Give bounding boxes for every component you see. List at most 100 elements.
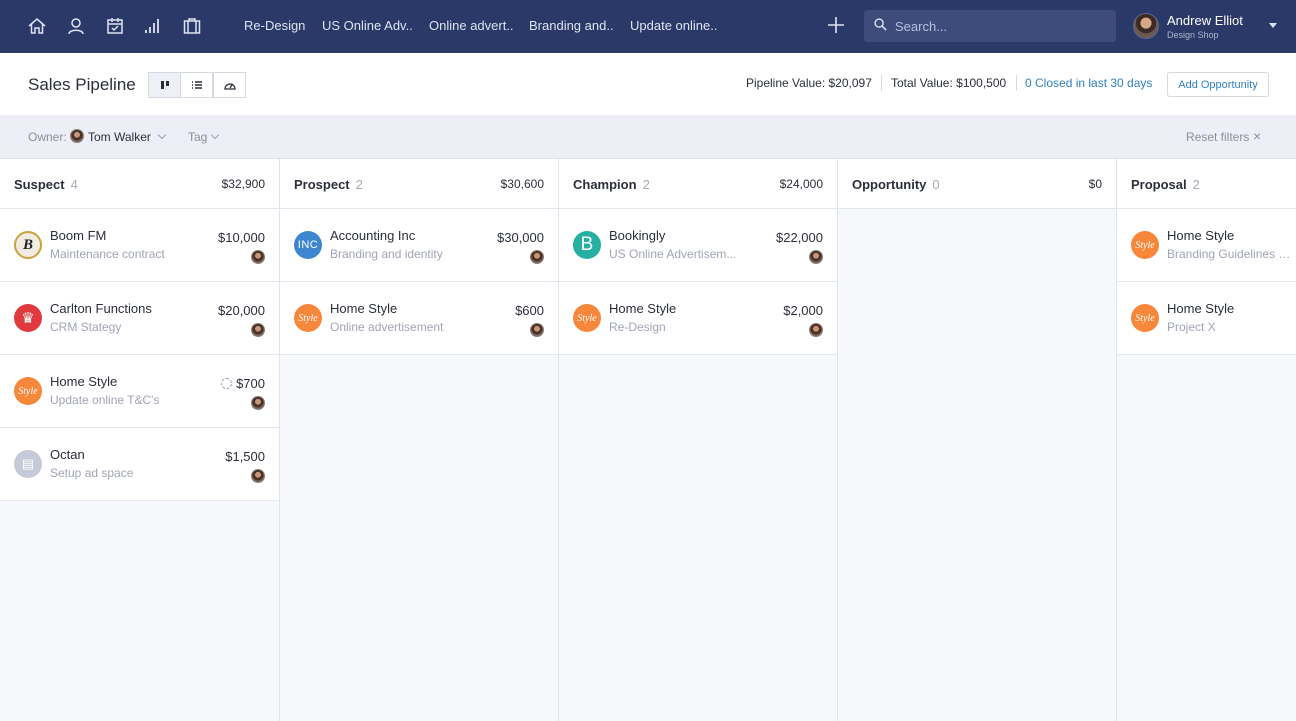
owner-filter-label: Owner: [28, 130, 67, 144]
search-icon [874, 18, 887, 34]
owner-avatar [251, 396, 265, 410]
column-total: $24,000 [779, 177, 823, 191]
chevron-down-icon[interactable] [157, 130, 167, 140]
deal-card[interactable]: B Boom FM Maintenance contract $10,000 [0, 209, 279, 282]
deal-card[interactable]: ♛ Carlton Functions CRM Stategy $20,000 [0, 282, 279, 355]
stat-divider [1016, 75, 1017, 91]
column-count: 4 [70, 177, 78, 192]
deal-card[interactable]: Style Home Style Project X [1117, 282, 1296, 355]
column-header: Proposal 2 [1117, 159, 1296, 209]
column-total: $0 [1088, 177, 1102, 191]
deal-name: Maintenance contract [50, 247, 165, 261]
close-icon[interactable]: × [1253, 128, 1261, 144]
search-input[interactable] [895, 18, 1095, 34]
user-icon[interactable] [65, 15, 87, 37]
stat-divider [881, 75, 882, 91]
total-value: Total Value: $100,500 [891, 76, 1007, 90]
page-header: Sales Pipeline Pipeline Value: $20,097 T… [0, 53, 1296, 115]
pipeline-column-prospect: Prospect 2 $30,600 INC Accounting Inc Bra… [280, 159, 559, 721]
deal-company: Carlton Functions [50, 301, 152, 316]
closed-deals-link[interactable]: 0 Closed in last 30 days [1025, 76, 1152, 90]
deal-card[interactable]: Style Home Style Online advertisement $6… [280, 282, 558, 355]
user-name[interactable]: Andrew Elliot [1167, 13, 1243, 28]
briefcase-icon[interactable] [181, 15, 203, 37]
company-logo: Style [294, 304, 322, 332]
company-logo: Style [573, 304, 601, 332]
deal-company: Octan [50, 447, 85, 462]
column-count: 2 [355, 177, 363, 192]
column-name: Opportunity 0 [852, 177, 940, 192]
deal-company: Home Style [330, 301, 398, 316]
recent-tab-online-advert[interactable]: Online advert.. [429, 18, 514, 33]
company-logo: Style [1131, 304, 1159, 332]
column-name: Champion 2 [573, 177, 650, 192]
deal-card[interactable]: INC Accounting Inc Branding and identity… [280, 209, 558, 282]
board-view-button[interactable] [148, 72, 181, 98]
column-name: Proposal 2 [1131, 177, 1200, 192]
column-count: 0 [932, 177, 940, 192]
column-name: Suspect 4 [14, 177, 78, 192]
owner-avatar [809, 250, 823, 264]
pipeline-column-suspect: Suspect 4 $32,900 B Boom FM Maintenance c… [0, 159, 280, 721]
deal-value: $700 [236, 376, 265, 391]
recent-tab-branding[interactable]: Branding and.. [529, 18, 614, 33]
pipeline-column-opportunity: Opportunity 0 $0 [838, 159, 1117, 721]
kanban-icon [160, 81, 169, 89]
user-avatar[interactable] [1133, 13, 1159, 39]
bar-chart-icon[interactable] [142, 15, 164, 37]
calendar-icon[interactable] [104, 15, 126, 37]
chevron-down-icon[interactable] [210, 130, 220, 140]
deal-company: Accounting Inc [330, 228, 416, 243]
owner-avatar [70, 129, 84, 143]
deal-card[interactable]: ▤ Octan Setup ad space $1,500 [0, 428, 279, 501]
owner-avatar [251, 250, 265, 264]
company-logo: ▤ [14, 450, 42, 478]
column-name: Prospect 2 [294, 177, 363, 192]
deal-value: $600 [515, 303, 544, 318]
home-icon[interactable] [26, 15, 48, 37]
recent-tab-us-online-adv[interactable]: US Online Adv.. [322, 18, 413, 33]
pipeline-column-champion: Champion 2 $24,000 B Bookingly US Online … [559, 159, 838, 721]
deal-card[interactable]: Style Home Style Re-Design $2,000 [559, 282, 837, 355]
crown-icon: ♛ [14, 304, 42, 332]
deal-company: Home Style [50, 374, 118, 389]
deal-name: Branding Guidelines P... [1167, 247, 1292, 261]
column-count: 2 [642, 177, 650, 192]
loading-icon [221, 378, 232, 389]
deal-card[interactable]: Style Home Style Branding Guidelines P..… [1117, 209, 1296, 282]
plus-icon[interactable] [826, 15, 846, 35]
recent-tab-update-online[interactable]: Update online.. [630, 18, 717, 33]
page-title: Sales Pipeline [28, 75, 136, 94]
user-menu-caret-icon[interactable] [1269, 23, 1277, 28]
forecast-view-button[interactable] [213, 72, 246, 98]
owner-avatar [809, 323, 823, 337]
owner-filter-value[interactable]: Tom Walker [88, 130, 151, 144]
owner-avatar [530, 323, 544, 337]
tag-filter[interactable]: Tag [188, 130, 207, 144]
deal-card[interactable]: Style Home Style Update online T&C's $70… [0, 355, 279, 428]
column-header: Opportunity 0 $0 [838, 159, 1116, 209]
add-opportunity-button[interactable]: Add Opportunity [1167, 72, 1269, 97]
column-header: Prospect 2 $30,600 [280, 159, 558, 209]
deal-name: Branding and identity [330, 247, 443, 261]
recent-tab-re-design[interactable]: Re-Design [244, 18, 305, 33]
reset-filters-link[interactable]: Reset filters [1186, 130, 1249, 144]
deal-company: Boom FM [50, 228, 107, 243]
search-box [864, 10, 1116, 42]
deal-card[interactable]: B Bookingly US Online Advertisem... $22,… [559, 209, 837, 282]
column-total: $30,600 [500, 177, 544, 191]
company-logo: B [14, 231, 42, 259]
pipeline-value: Pipeline Value: $20,097 [746, 76, 872, 90]
owner-avatar [251, 323, 265, 337]
deal-name: CRM Stategy [50, 320, 122, 334]
deal-value: $30,000 [497, 230, 544, 245]
deal-company: Home Style [1167, 228, 1235, 243]
deal-value: $1,500 [225, 449, 265, 464]
owner-avatar [251, 469, 265, 483]
top-navigation: Re-Design US Online Adv.. Online advert.… [0, 0, 1296, 53]
deal-value: $2,000 [783, 303, 823, 318]
company-logo: Style [1131, 231, 1159, 259]
company-logo: B [573, 231, 601, 259]
list-view-button[interactable] [180, 72, 213, 98]
deal-name: Update online T&C's [50, 393, 160, 407]
